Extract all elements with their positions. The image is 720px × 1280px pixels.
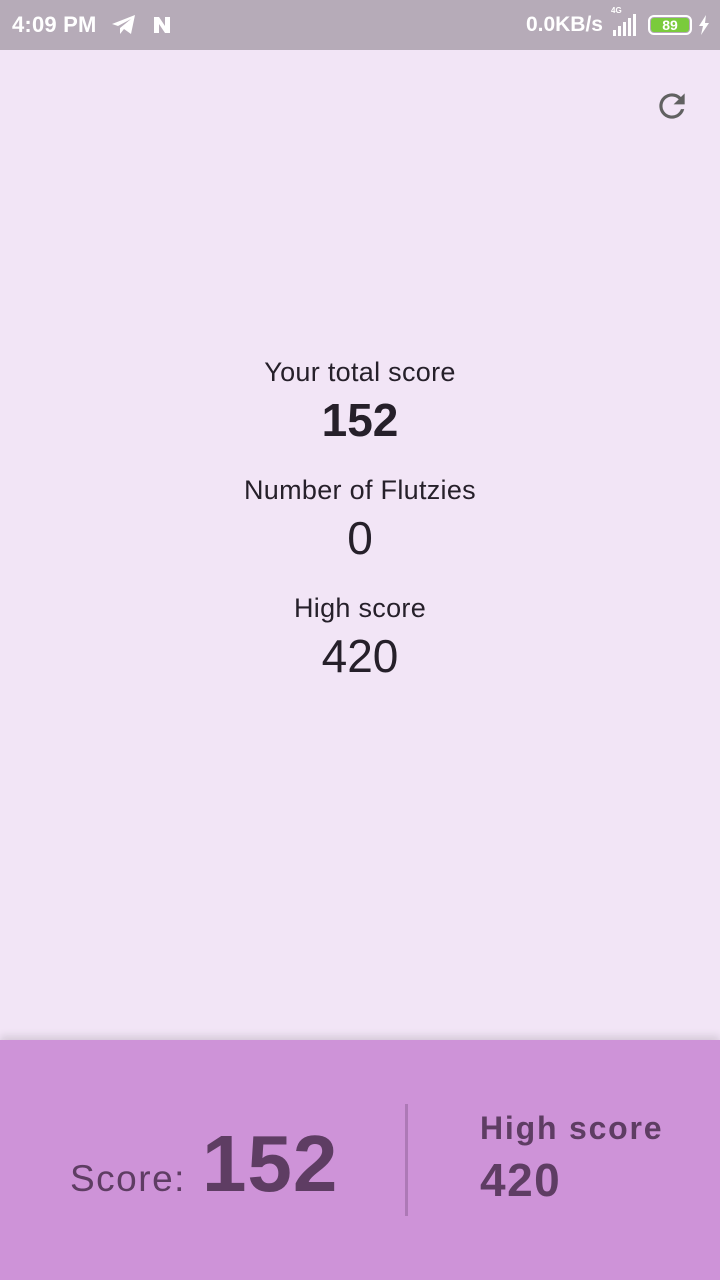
status-bar-left: 4:09 PM (12, 12, 173, 38)
total-score-stat: Your total score 152 (0, 352, 720, 448)
refresh-icon (659, 93, 685, 119)
status-bar: 4:09 PM 0.0KB/s 4G 89 (0, 0, 720, 50)
status-time: 4:09 PM (12, 12, 97, 37)
n-app-icon (151, 14, 173, 36)
network-type-label: 4G (611, 6, 622, 15)
signal-icon: 4G (611, 6, 636, 36)
high-score-value: 420 (321, 630, 399, 682)
current-score: Score: 152 (70, 1118, 338, 1208)
telegram-icon (111, 14, 137, 36)
high-score-stat: High score 420 (0, 588, 720, 684)
panel-high-score-label: High score (480, 1110, 664, 1146)
network-speed: 0.0KB/s (525, 13, 603, 36)
charging-icon (698, 15, 710, 35)
score-value: 152 (201, 1119, 339, 1208)
flutzies-stat: Number of Flutzies 0 (0, 470, 720, 566)
score-summary: Your total score 152 Number of Flutzies … (0, 352, 720, 706)
score-label: Score: (70, 1158, 186, 1199)
status-bar-right: 0.0KB/s 4G 89 (525, 6, 710, 37)
flutzies-label: Number of Flutzies (244, 475, 476, 505)
panel-high-score: High score 420 (480, 1108, 663, 1210)
panel-high-score-value: 420 (480, 1154, 562, 1206)
refresh-button[interactable] (650, 84, 694, 128)
battery-icon: 89 (648, 15, 692, 35)
flutzies-value: 0 (347, 512, 373, 564)
scoreboard-divider (405, 1104, 408, 1216)
total-score-label: Your total score (264, 357, 456, 387)
total-score-value: 152 (321, 394, 399, 446)
battery-level: 89 (651, 18, 689, 32)
high-score-label: High score (293, 593, 427, 623)
